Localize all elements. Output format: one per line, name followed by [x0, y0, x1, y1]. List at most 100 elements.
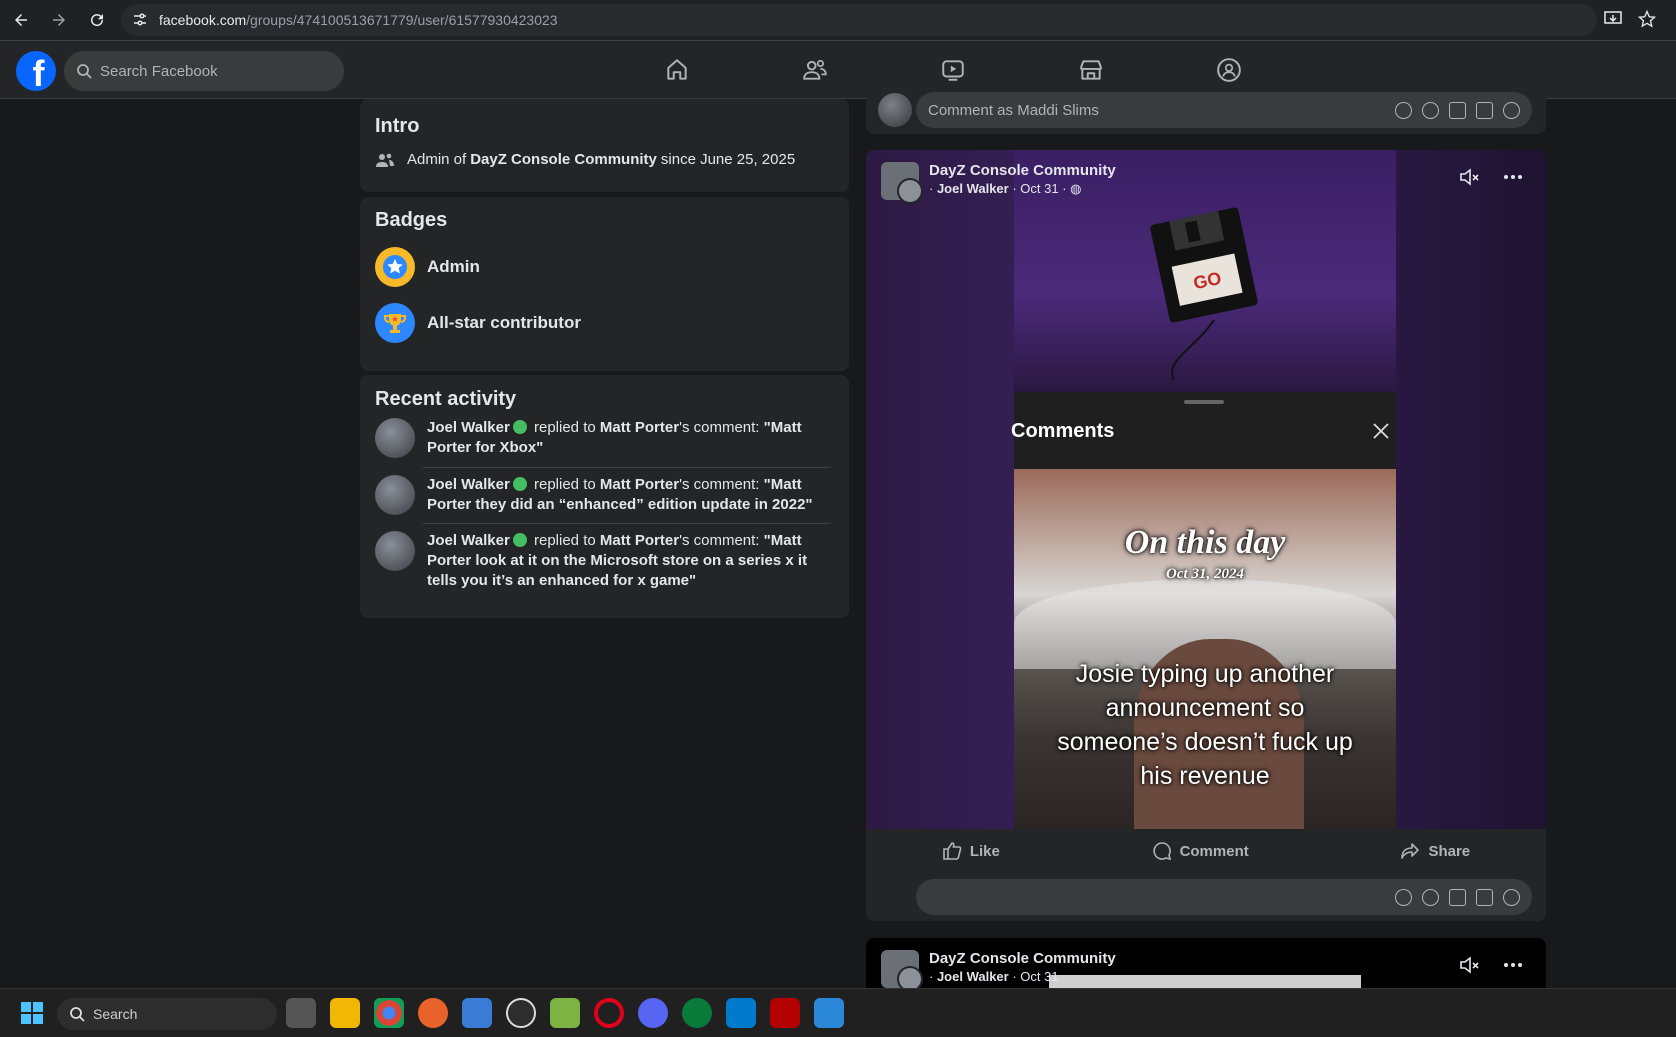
camera-icon[interactable] — [1449, 101, 1466, 119]
windows-start-icon[interactable] — [20, 1001, 44, 1025]
comment-placeholder: Comment as Maddi Slims — [928, 101, 1099, 119]
facebook-search[interactable] — [64, 51, 344, 91]
activity-user[interactable]: Joel Walker — [427, 476, 510, 493]
share-button[interactable]: Share — [1400, 841, 1470, 861]
notepad-icon[interactable] — [462, 998, 492, 1028]
badges-title: Badges — [375, 209, 448, 231]
divider — [423, 467, 831, 468]
badge-allstar[interactable]: All-star contributor — [375, 303, 581, 343]
divider — [423, 523, 831, 524]
post-date[interactable]: Oct 31 — [1020, 969, 1058, 984]
recent-activity-title: Recent activity — [375, 388, 517, 410]
avatar-sticker-icon[interactable] — [1395, 101, 1412, 119]
vscode-icon[interactable] — [726, 998, 756, 1028]
like-button[interactable]: Like — [942, 841, 1000, 861]
chatgpt-icon[interactable] — [506, 998, 536, 1028]
address-bar[interactable]: facebook.com/groups/474100513671779/user… — [121, 4, 1597, 36]
sticker-icon[interactable] — [1503, 888, 1520, 906]
taskbar-search[interactable]: Search — [57, 998, 277, 1030]
close-icon[interactable] — [1372, 422, 1390, 440]
post-author[interactable]: Joel Walker — [937, 181, 1009, 196]
groups-icon — [1217, 58, 1241, 82]
group-avatar[interactable] — [881, 162, 923, 204]
mute-icon[interactable] — [1458, 954, 1480, 976]
site-settings-icon[interactable] — [125, 12, 155, 28]
activity-target[interactable]: Matt Porter — [600, 476, 679, 493]
mute-icon[interactable] — [1458, 166, 1480, 188]
more-options-icon[interactable] — [1502, 954, 1524, 976]
activity-item[interactable]: Joel Walker replied to Matt Porter's com… — [375, 475, 830, 515]
share-icon — [1401, 843, 1420, 859]
comment-input[interactable] — [916, 879, 1532, 915]
gif-icon[interactable] — [1476, 101, 1493, 119]
comment-button[interactable]: Comment — [1152, 841, 1249, 861]
post-meta: · Joel Walker · Oct 31 · ◍ — [929, 181, 1082, 196]
notepad-plus-icon[interactable] — [550, 998, 580, 1028]
install-app-icon[interactable] — [1604, 10, 1622, 28]
activity-target[interactable]: Matt Porter — [600, 532, 679, 549]
search-input[interactable] — [100, 62, 320, 80]
emoji-icon[interactable] — [1422, 888, 1439, 906]
overlay-date: Oct 31, 2024 — [1166, 566, 1244, 582]
group-members-icon — [376, 153, 394, 167]
activity-rest: 's comment: — [679, 476, 760, 493]
badge-admin[interactable]: Admin — [375, 247, 480, 287]
post-group-name[interactable]: DayZ Console Community — [929, 162, 1116, 179]
badges-card: Badges Admin All-star contributor — [360, 197, 849, 371]
activity-verb: replied to — [534, 532, 596, 549]
activity-user[interactable]: Joel Walker — [427, 532, 510, 549]
comment-label: Comment — [1179, 842, 1249, 860]
comment-icon — [1152, 842, 1171, 861]
bookmark-star-icon[interactable] — [1638, 10, 1656, 28]
emoji-icon[interactable] — [1422, 101, 1439, 119]
back-button[interactable] — [4, 3, 38, 37]
postman-icon[interactable] — [418, 998, 448, 1028]
search-icon — [70, 1007, 85, 1022]
post-date[interactable]: Oct 31 — [1020, 181, 1058, 196]
file-explorer-icon[interactable] — [330, 998, 360, 1028]
comments-sheet: Comments — [1011, 392, 1396, 469]
post-author[interactable]: Joel Walker — [937, 969, 1009, 984]
opera-icon[interactable] — [594, 998, 624, 1028]
hs-app-icon[interactable] — [682, 998, 712, 1028]
comment-input[interactable]: Comment as Maddi Slims — [916, 92, 1532, 128]
activity-item[interactable]: Joel Walker replied to Matt Porter's com… — [375, 418, 830, 458]
avatar-sticker-icon[interactable] — [1395, 888, 1412, 906]
drag-handle[interactable] — [1184, 400, 1224, 404]
sticker-icon[interactable] — [1503, 101, 1520, 119]
video-icon — [942, 60, 964, 81]
group-avatar[interactable] — [881, 950, 923, 988]
camera-icon[interactable] — [1449, 888, 1466, 906]
activity-user[interactable]: Joel Walker — [427, 419, 510, 436]
activity-target[interactable]: Matt Porter — [600, 419, 679, 436]
forward-button[interactable] — [42, 3, 76, 37]
avatar[interactable] — [375, 475, 415, 515]
share-label: Share — [1428, 842, 1471, 860]
discord-icon[interactable] — [638, 998, 668, 1028]
post-group-name[interactable]: DayZ Console Community — [929, 950, 1116, 967]
avatar[interactable] — [375, 531, 415, 571]
comments-title: Comments — [1011, 420, 1115, 442]
task-view-icon[interactable] — [286, 998, 316, 1028]
reload-button[interactable] — [80, 3, 114, 37]
reel-video-bottom[interactable]: On this day Oct 31, 2024 Josie typing up… — [1014, 469, 1396, 829]
photos-icon[interactable] — [814, 998, 844, 1028]
activity-item[interactable]: Joel Walker replied to Matt Porter's com… — [375, 531, 830, 591]
post-actions: Like Comment Share — [866, 831, 1546, 871]
trophy-badge-icon — [375, 303, 415, 343]
gif-icon[interactable] — [1476, 888, 1493, 906]
overlay-title: On this day — [1124, 524, 1286, 561]
facebook-logo[interactable]: f — [16, 51, 56, 91]
filezilla-icon[interactable] — [770, 998, 800, 1028]
nav-friends[interactable] — [755, 41, 875, 99]
avatar[interactable] — [878, 93, 912, 127]
avatar[interactable] — [375, 418, 415, 458]
nav-home[interactable] — [617, 41, 737, 99]
more-options-icon[interactable] — [1502, 166, 1524, 188]
activity-verb: replied to — [534, 476, 596, 493]
verified-badge-icon — [512, 533, 527, 547]
chrome-icon[interactable] — [374, 998, 404, 1028]
intro-group-link[interactable]: DayZ Console Community — [470, 151, 657, 168]
badge-admin-label: Admin — [427, 257, 480, 276]
post-card: GO Comments On this day Oct 31, 2024 Jos… — [866, 150, 1546, 921]
